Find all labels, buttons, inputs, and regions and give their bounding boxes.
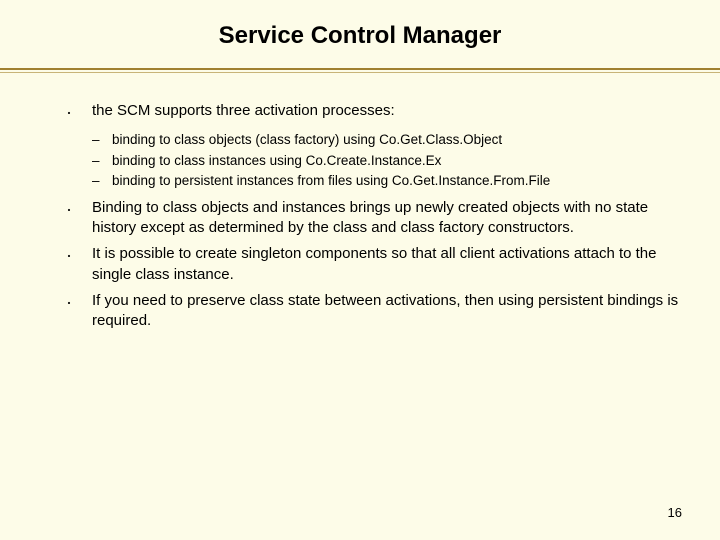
bullet-item: · the SCM supports three activation proc… <box>66 101 680 125</box>
slide-title: Service Control Manager <box>0 0 720 68</box>
sub-bullet-text: binding to class objects (class factory)… <box>112 131 680 149</box>
bullet-icon: · <box>66 101 92 125</box>
dash-icon: – <box>92 172 112 190</box>
bullet-text: Binding to class objects and instances b… <box>92 198 680 239</box>
bullet-text: It is possible to create singleton compo… <box>92 244 680 285</box>
page-number: 16 <box>668 505 682 520</box>
dash-icon: – <box>92 152 112 170</box>
slide-content: · the SCM supports three activation proc… <box>0 73 720 331</box>
sub-bullet-item: – binding to class objects (class factor… <box>66 131 680 149</box>
bullet-item: · It is possible to create singleton com… <box>66 244 680 285</box>
bullet-item: · If you need to preserve class state be… <box>66 291 680 332</box>
bullet-text: If you need to preserve class state betw… <box>92 291 680 332</box>
sub-bullet-list: – binding to class objects (class factor… <box>66 131 680 190</box>
bullet-item: · Binding to class objects and instances… <box>66 198 680 239</box>
dash-icon: – <box>92 131 112 149</box>
bullet-icon: · <box>66 244 92 285</box>
sub-bullet-text: binding to class instances using Co.Crea… <box>112 152 680 170</box>
bullet-text: the SCM supports three activation proces… <box>92 101 680 125</box>
bullet-icon: · <box>66 198 92 239</box>
sub-bullet-item: – binding to class instances using Co.Cr… <box>66 152 680 170</box>
sub-bullet-item: – binding to persistent instances from f… <box>66 172 680 190</box>
bullet-icon: · <box>66 291 92 332</box>
sub-bullet-text: binding to persistent instances from fil… <box>112 172 680 190</box>
